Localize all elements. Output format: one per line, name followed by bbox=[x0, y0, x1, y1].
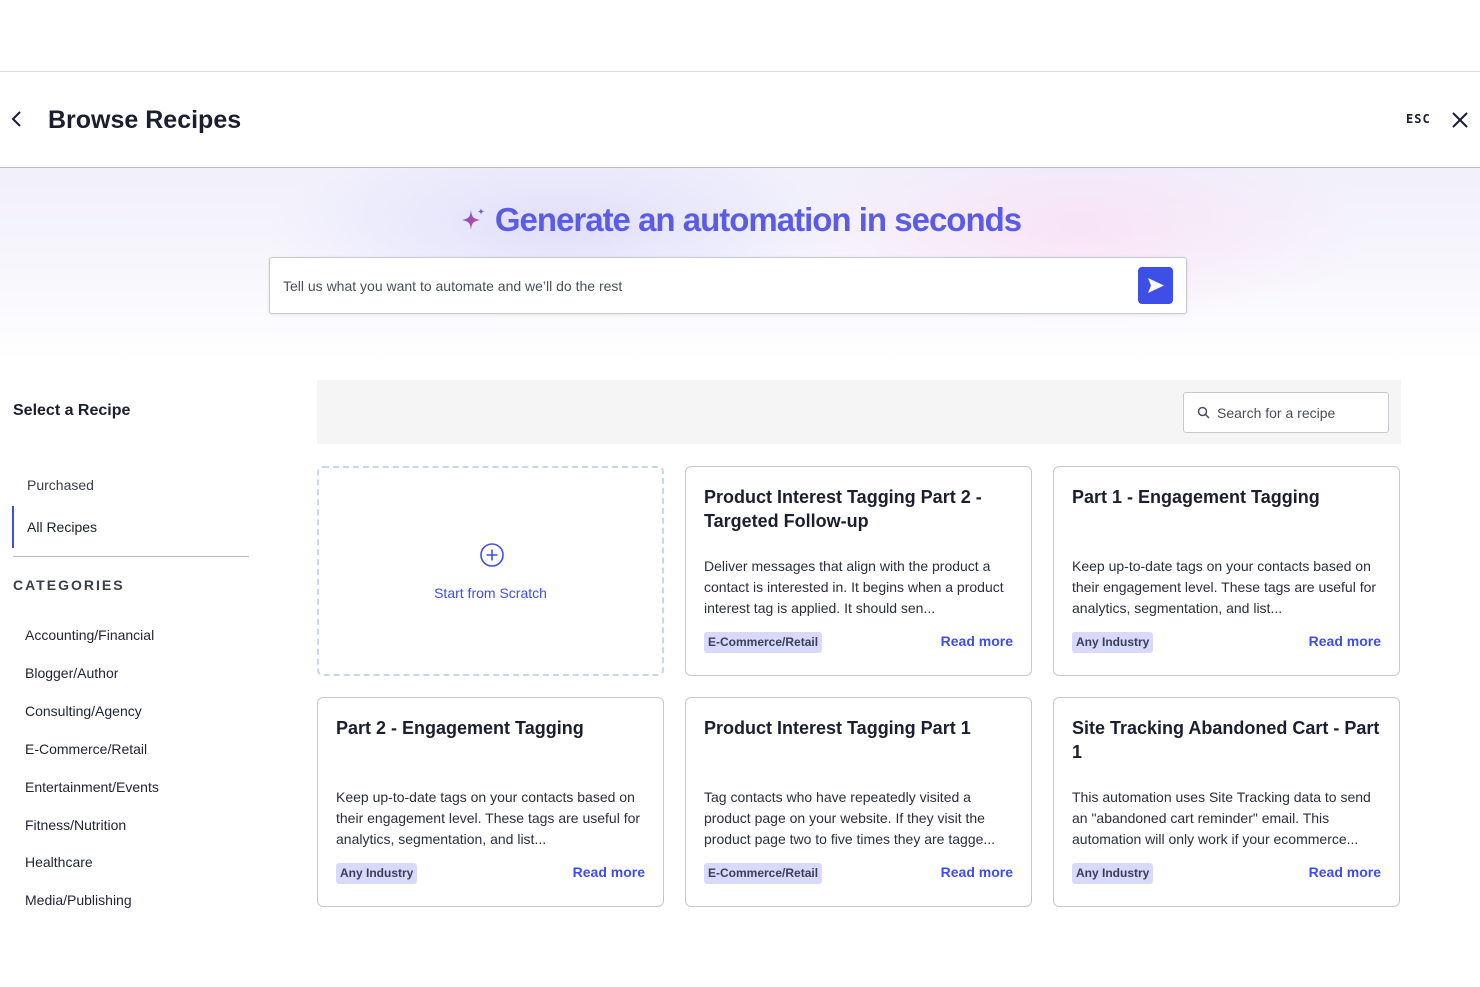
read-more-link[interactable]: Read more bbox=[1309, 633, 1381, 649]
recipe-description: Deliver messages that align with the pro… bbox=[704, 558, 1004, 616]
ai-generator-banner: Generate an automation in seconds bbox=[0, 168, 1480, 363]
recipe-card[interactable]: Part 2 - Engagement Tagging Keep up-to-d… bbox=[317, 697, 664, 907]
category-item[interactable]: E-Commerce/Retail bbox=[25, 741, 147, 757]
category-item[interactable]: Media/Publishing bbox=[25, 892, 132, 908]
industry-tag: Any Industry bbox=[1072, 863, 1154, 884]
automation-prompt-input[interactable] bbox=[283, 258, 1123, 313]
top-bar bbox=[0, 0, 1480, 72]
recipe-title: Product Interest Tagging Part 1 bbox=[704, 718, 971, 738]
sidebar-item-all-recipes[interactable]: All Recipes bbox=[27, 519, 97, 535]
read-more-link[interactable]: Read more bbox=[941, 864, 1013, 880]
category-item[interactable]: Consulting/Agency bbox=[25, 703, 142, 719]
page-header: Browse Recipes ESC bbox=[0, 72, 1480, 168]
recipe-card[interactable]: Part 1 - Engagement Tagging Keep up-to-d… bbox=[1053, 466, 1400, 676]
read-more-link[interactable]: Read more bbox=[1309, 864, 1381, 880]
sparkle-icon bbox=[461, 208, 485, 230]
recipe-title: Site Tracking Abandoned Cart - Part 1 bbox=[1072, 718, 1380, 762]
close-icon bbox=[1452, 112, 1468, 128]
start-from-scratch-label: Start from Scratch bbox=[434, 585, 547, 601]
generator-heading-text: Generate an automation in seconds bbox=[494, 201, 1022, 238]
read-more-link[interactable]: Read more bbox=[573, 864, 645, 880]
recipe-title: Part 2 - Engagement Tagging bbox=[336, 718, 584, 738]
recipe-toolbar bbox=[317, 380, 1401, 444]
sidebar-item-purchased[interactable]: Purchased bbox=[27, 477, 94, 493]
automation-prompt-box bbox=[269, 257, 1187, 314]
recipe-search-input[interactable] bbox=[1217, 393, 1385, 432]
categories-heading: CATEGORIES bbox=[13, 577, 125, 593]
chevron-left-icon bbox=[11, 111, 21, 127]
start-from-scratch-card[interactable]: Start from Scratch bbox=[317, 466, 664, 676]
recipe-card[interactable]: Product Interest Tagging Part 2 - Target… bbox=[685, 466, 1032, 676]
recipe-title: Part 1 - Engagement Tagging bbox=[1072, 487, 1320, 507]
recipe-search-box bbox=[1183, 392, 1389, 433]
category-item[interactable]: Fitness/Nutrition bbox=[25, 817, 126, 833]
category-item[interactable]: Accounting/Financial bbox=[25, 627, 154, 643]
industry-tag: Any Industry bbox=[1072, 632, 1154, 653]
category-item[interactable]: Healthcare bbox=[25, 854, 93, 870]
recipe-description: Tag contacts who have repeatedly visited… bbox=[704, 789, 996, 847]
industry-tag: Any Industry bbox=[336, 863, 418, 884]
sidebar-divider bbox=[13, 556, 249, 557]
page-title: Browse Recipes bbox=[48, 106, 242, 134]
plus-circle-icon bbox=[480, 543, 504, 567]
sidebar-title: Select a Recipe bbox=[13, 402, 131, 419]
esc-hint: ESC bbox=[1406, 112, 1431, 126]
recipe-description: Keep up-to-date tags on your contacts ba… bbox=[1072, 558, 1377, 616]
recipe-card[interactable]: Site Tracking Abandoned Cart - Part 1 Th… bbox=[1053, 697, 1400, 907]
back-button[interactable] bbox=[6, 108, 28, 130]
industry-tag: E-Commerce/Retail bbox=[704, 632, 823, 653]
send-icon bbox=[1148, 278, 1164, 293]
recipe-title: Product Interest Tagging Part 2 - Target… bbox=[704, 487, 982, 531]
search-icon bbox=[1197, 406, 1210, 419]
close-button[interactable] bbox=[1450, 110, 1470, 130]
industry-tag: E-Commerce/Retail bbox=[704, 863, 823, 884]
send-prompt-button[interactable] bbox=[1138, 267, 1173, 304]
recipe-description: This automation uses Site Tracking data … bbox=[1072, 789, 1371, 847]
category-item[interactable]: Blogger/Author bbox=[25, 665, 118, 681]
recipe-card[interactable]: Product Interest Tagging Part 1 Tag cont… bbox=[685, 697, 1032, 907]
read-more-link[interactable]: Read more bbox=[941, 633, 1013, 649]
active-indicator bbox=[12, 506, 14, 548]
generator-heading: Generate an automation in seconds bbox=[0, 201, 1480, 239]
category-item[interactable]: Entertainment/Events bbox=[25, 779, 159, 795]
recipe-description: Keep up-to-date tags on your contacts ba… bbox=[336, 789, 641, 847]
